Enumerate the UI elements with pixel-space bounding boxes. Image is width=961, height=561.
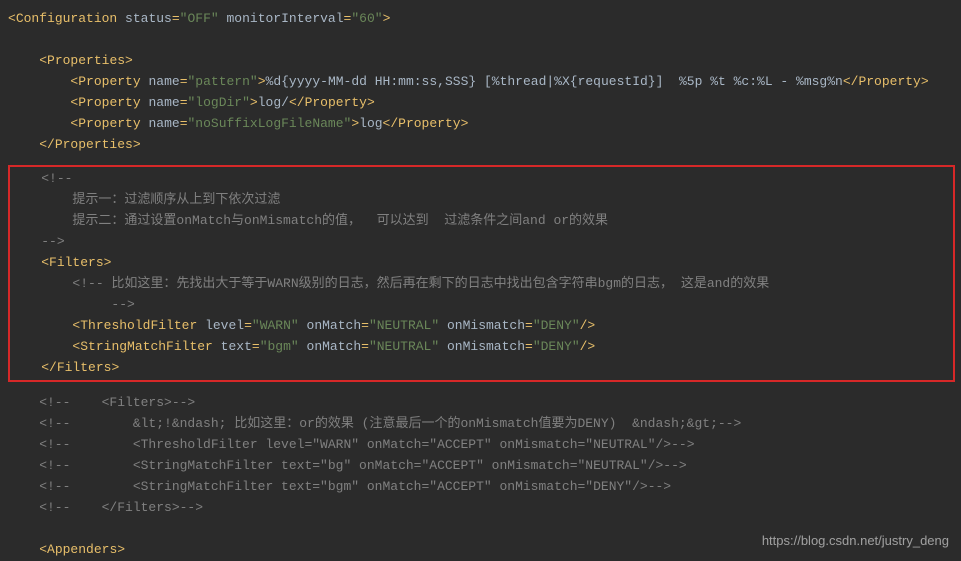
code-line: <Filters> (10, 252, 953, 273)
code-line: <!-- (10, 168, 953, 189)
code-line: </Filters> (10, 357, 953, 378)
code-line: --> (10, 231, 953, 252)
code-line: <ThresholdFilter level="WARN" onMatch="N… (10, 315, 953, 336)
highlighted-section: <!-- 提示一：过滤顺序从上到下依次过滤 提示二：通过设置onMatch与on… (8, 165, 955, 382)
code-line: <StringMatchFilter text="bgm" onMatch="N… (10, 336, 953, 357)
code-line: <Properties> (8, 50, 961, 71)
code-line: </Properties> (8, 134, 961, 155)
code-line: <!-- &lt;!&ndash; 比如这里：or的效果 (注意最后一个的onM… (8, 413, 961, 434)
code-line: <Property name="noSuffixLogFileName">log… (8, 113, 961, 134)
code-line: --> (10, 294, 953, 315)
code-line: <Configuration status="OFF" monitorInter… (8, 8, 961, 29)
code-line: <!-- <StringMatchFilter text="bg" onMatc… (8, 455, 961, 476)
code-line: <!-- 比如这里：先找出大于等于WARN级别的日志，然后再在剩下的日志中找出包… (10, 273, 953, 294)
code-line: 提示二：通过设置onMatch与onMismatch的值， 可以达到 过滤条件之… (10, 210, 953, 231)
code-line: <!-- <ThresholdFilter level="WARN" onMat… (8, 434, 961, 455)
code-line: <Property name="pattern">%d{yyyy-MM-dd H… (8, 71, 961, 92)
code-line: <!-- <StringMatchFilter text="bgm" onMat… (8, 476, 961, 497)
code-line (8, 29, 961, 50)
code-line: 提示一：过滤顺序从上到下依次过滤 (10, 189, 953, 210)
code-line: <!-- </Filters>--> (8, 497, 961, 518)
code-line: <Property name="logDir">log/</Property> (8, 92, 961, 113)
code-block: <Configuration status="OFF" monitorInter… (8, 8, 961, 560)
code-line: <!-- <Filters>--> (8, 392, 961, 413)
watermark: https://blog.csdn.net/justry_deng (762, 530, 949, 551)
